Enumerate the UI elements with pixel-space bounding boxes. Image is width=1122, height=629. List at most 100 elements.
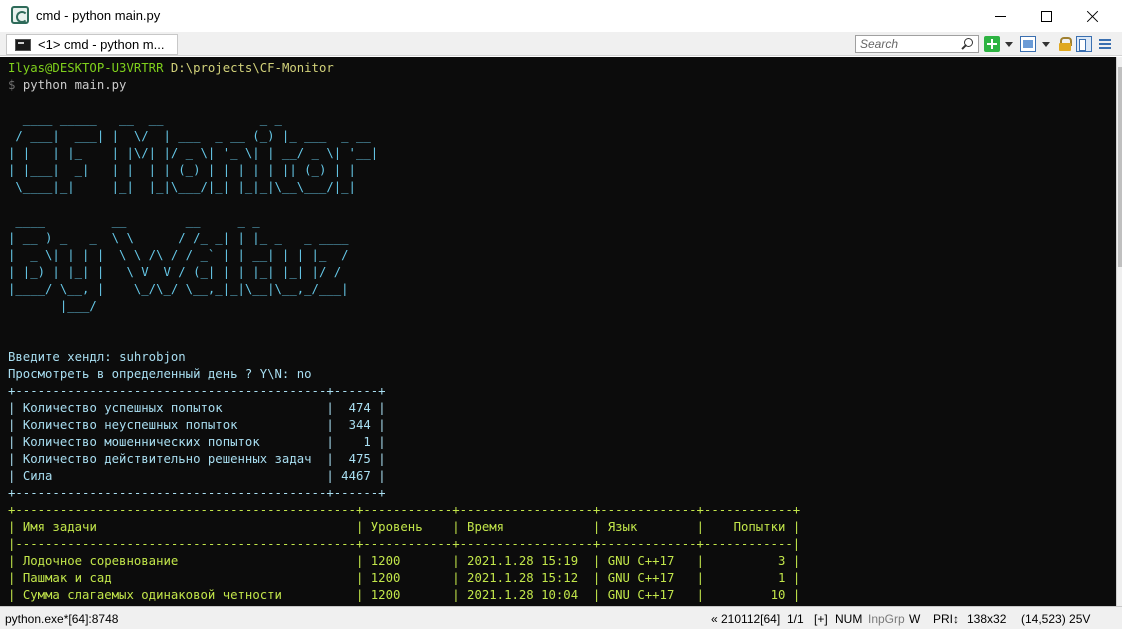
minimize-button[interactable] [977,0,1023,32]
banner-line: | |_) | |_| | \ V V / (_| | | |_| |_| |/… [8,265,342,279]
tasks-header: Время [467,520,586,534]
console-output[interactable]: Ilyas@DESKTOP-U3VRTRR D:\projects\CF-Mon… [0,57,1116,606]
task-cell: 1200 [370,554,445,568]
banner-line: | __ ) _ _ \ \ / /_ _| | |_ _ _ ____ [8,231,349,245]
tasks-border-mid: |---------------------------------------… [8,537,801,551]
stats-border: +---------------------------------------… [8,383,386,400]
tasks-border: +---------------------------------------… [8,502,800,519]
task-cell: 10 [711,588,786,602]
stats-value: 344 [341,418,371,432]
console-tab[interactable]: <1> cmd - python m... [6,34,178,55]
table-row: | Пашмак и сад | 1200 | 2021.1.28 15:12 … [8,571,801,585]
status-pri: PRI↕ [933,612,960,626]
day-line: Просмотреть в определенный день ? Y\N: n… [8,366,312,383]
task-cell: GNU C++17 [607,588,690,602]
banner-line: ____ _____ __ __ _ _ [8,112,282,126]
status-w: W [909,612,921,626]
search-input[interactable] [856,36,960,52]
stats-row: | Количество успешных попыток | 474 | [8,401,386,415]
tasks-header: Уровень [370,520,445,534]
window-title: cmd - python main.py [36,8,161,23]
stats-border-bottom: +---------------------------------------… [8,486,386,500]
stats-row: | Сила | 4467 | [8,469,386,483]
status-process: python.exe*[64]:8748 [5,612,119,626]
table-row: | Сумма слагаемых одинаковой четности | … [8,588,801,602]
stats-border-top: +---------------------------------------… [8,384,386,398]
banner-line: ____ __ __ _ _ [8,214,260,228]
close-icon [1086,10,1099,23]
banner-line: |___/ [8,299,97,313]
tasks-border-top: +---------------------------------------… [8,503,801,517]
command-text: python main.py [22,78,127,92]
minimize-icon [994,15,1006,17]
handle-prompt: Введите хендл: [8,350,120,364]
task-cell: GNU C++17 [607,571,690,585]
stats-value: 4467 [341,469,371,483]
task-cell: GNU C++17 [607,554,690,568]
tasks-header: Язык [607,520,690,534]
new-console-plus-icon[interactable] [984,36,1000,52]
maximize-button[interactable] [1023,0,1069,32]
console-tab-label: <1> cmd - python m... [38,37,165,52]
status-coords: (14,523) 25V [1021,612,1091,626]
prompt-line: Ilyas@DESKTOP-U3VRTRR D:\projects\CF-Mon… [8,60,334,77]
task-cell: Сумма слагаемых одинаковой четности [22,588,349,602]
status-bar: python.exe*[64]:8748 « 210112[64] 1/1 [+… [0,606,1122,629]
banner-line: | |___| _| | | | | (_) | | | | | || (_) … [8,163,356,177]
handle-line: Введите хендл: suhrobjon [8,349,186,366]
tasks-header-row: | Имя задачи | Уровень | Время | Язык | … [8,520,801,534]
search-box[interactable] [855,35,979,53]
stats-value: 1 [341,435,371,449]
tasks-header: Имя задачи [22,520,349,534]
stats-label: Количество действительно решенных задач [22,452,319,466]
task-cell: 2021.1.28 15:12 [467,571,586,585]
new-console-dropdown-icon[interactable] [1005,42,1013,47]
stats-label: Сила [22,469,319,483]
lock-icon[interactable] [1057,36,1073,52]
banner-line: |____/ \__, | \_/\_/ \__,_|_|\__|\__,_/_… [8,282,349,296]
stats-row: | Количество мошеннических попыток | 1 | [8,435,386,449]
task-cell: 2021.1.28 15:19 [467,554,586,568]
task-cell: Лодочное соревнование [22,554,349,568]
cmd-icon [15,38,31,51]
banner-line: \____|_| |_| |_|\___/|_| |_|_|\__\___/|_… [8,180,356,194]
status-num: NUM [835,612,863,626]
status-inpgrp: InpGrp [868,612,905,626]
handle-value: suhrobjon [119,350,186,364]
search-icon[interactable] [960,37,974,51]
prompt-symbol: $ [8,78,16,92]
panel-dropdown-icon[interactable] [1042,42,1050,47]
tab-toolbar: <1> cmd - python m... [0,32,1122,56]
task-cell: 1200 [370,571,445,585]
day-value: no [296,367,312,381]
stats-value: 474 [341,401,371,415]
task-cell: 1 [711,571,786,585]
task-cell: 1200 [370,588,445,602]
panel-view-icon[interactable] [1020,36,1036,52]
console-scrollbar[interactable] [1116,57,1122,606]
day-prompt: Просмотреть в определенный день ? Y\N: [8,367,297,381]
scrollbar-thumb[interactable] [1118,67,1122,267]
stats-value: 475 [341,452,371,466]
stats-border: +---------------------------------------… [8,485,386,502]
task-cell: 2021.1.28 10:04 [467,588,586,602]
title-bar: cmd - python main.py [0,0,1122,32]
banner-line: | | | |_ | |\/| |/ _ \| '_ \| | __/ _ \|… [8,146,379,160]
status-position-info[interactable]: « 210112[64] [711,612,780,626]
close-button[interactable] [1069,0,1115,32]
banner-line: | _ \| | | | \ \ /\ / / _` | | __| | | |… [8,248,349,262]
stats-row: | Количество действительно решенных зада… [8,452,386,466]
split-view-icon[interactable] [1076,36,1092,52]
conemu-app-icon [11,6,29,24]
hamburger-menu-icon[interactable] [1097,36,1113,52]
stats-label: Количество мошеннических попыток [22,435,319,449]
status-size: 138x32 [967,612,1007,626]
status-plus: [+] [814,612,828,626]
prompt-user: Ilyas@DESKTOP-U3VRTRR [8,61,164,75]
maximize-icon [1040,10,1052,22]
stats-label: Количество успешных попыток [22,401,319,415]
tasks-border: |---------------------------------------… [8,536,800,553]
tasks-header: Попытки [711,520,786,534]
stats-row: | Количество неуспешных попыток | 344 | [8,418,386,432]
task-cell: 3 [711,554,786,568]
